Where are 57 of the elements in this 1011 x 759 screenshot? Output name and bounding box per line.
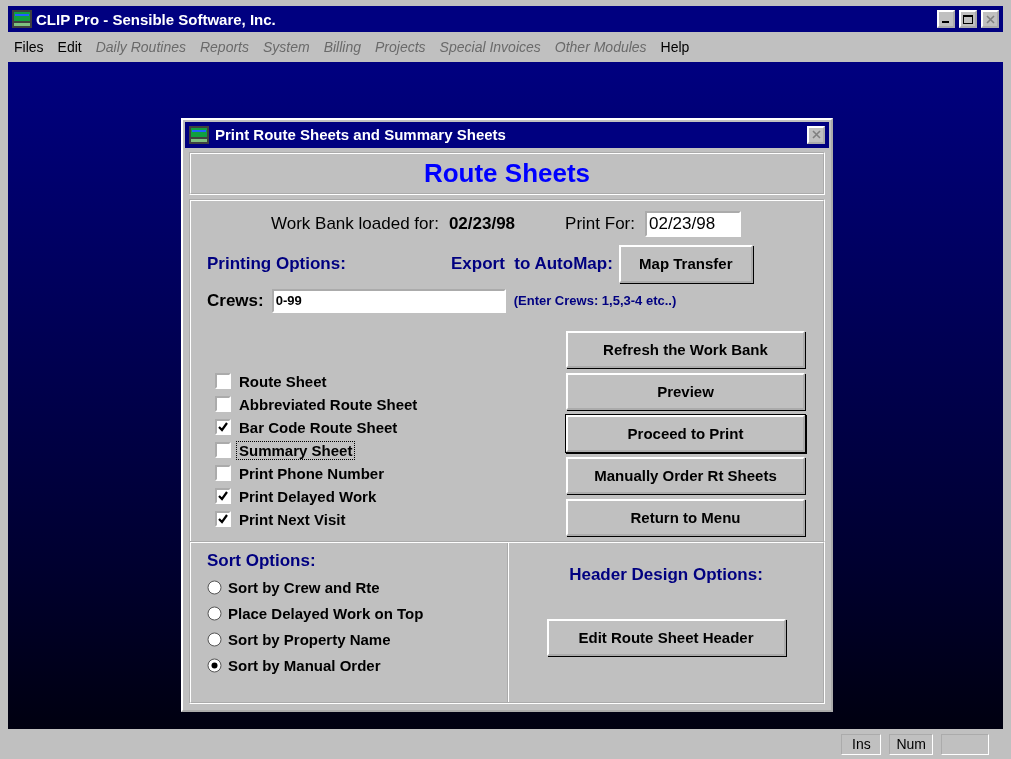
close-icon bbox=[811, 130, 821, 140]
checkbox[interactable] bbox=[215, 442, 231, 459]
map-transfer-button[interactable]: Map Transfer bbox=[618, 244, 753, 283]
checkbox-label[interactable]: Print Phone Number bbox=[236, 463, 387, 483]
heading: Route Sheets bbox=[422, 156, 592, 190]
checkbox-label[interactable]: Bar Code Route Sheet bbox=[236, 417, 401, 437]
status-indicator: Ins bbox=[841, 733, 882, 755]
checkbox[interactable] bbox=[215, 511, 231, 528]
crews-hint: (Enter Crews: 1,5,3-4 etc..) bbox=[513, 293, 677, 309]
close-button[interactable] bbox=[807, 125, 825, 144]
checkbox[interactable] bbox=[215, 488, 231, 505]
action-button[interactable]: Preview bbox=[566, 372, 805, 410]
action-button[interactable]: Return to Menu bbox=[566, 498, 805, 536]
minimize-button[interactable] bbox=[937, 10, 955, 28]
checkbox[interactable] bbox=[215, 465, 231, 482]
status-indicator: Num bbox=[889, 733, 933, 755]
action-button[interactable]: Manually Order Rt Sheets bbox=[566, 456, 805, 494]
checkbox-label[interactable]: Print Delayed Work bbox=[236, 486, 380, 506]
checkbox[interactable] bbox=[215, 419, 231, 436]
checkbox[interactable] bbox=[215, 396, 231, 413]
print-for-label: Print For: bbox=[565, 213, 635, 234]
radio-label[interactable]: Place Delayed Work on Top bbox=[228, 605, 424, 623]
radio-button[interactable] bbox=[207, 632, 222, 648]
menu-item[interactable]: Files bbox=[14, 39, 44, 55]
crews-field[interactable]: 0-99 bbox=[271, 288, 506, 313]
printing-options-label: Printing Options: bbox=[207, 253, 347, 274]
print-for-field[interactable]: 02/23/98 bbox=[645, 210, 741, 237]
radio-button[interactable] bbox=[207, 606, 222, 622]
maximize-button[interactable] bbox=[959, 10, 977, 28]
action-button[interactable]: Refresh the Work Bank bbox=[566, 330, 805, 368]
close-icon bbox=[985, 14, 995, 24]
radio-label[interactable]: Sort by Manual Order bbox=[228, 657, 381, 675]
work-bank-date: 02/23/98 bbox=[448, 213, 516, 234]
crews-label: Crews: bbox=[207, 290, 264, 311]
checkbox-label[interactable]: Route Sheet bbox=[236, 371, 330, 391]
menu-item[interactable]: Edit bbox=[57, 39, 82, 55]
checkbox-label[interactable]: Summary Sheet bbox=[236, 440, 356, 460]
radio-label[interactable]: Sort by Crew and Rte bbox=[228, 579, 380, 597]
checkbox-label[interactable]: Print Next Visit bbox=[236, 509, 349, 529]
edit-header-button[interactable]: Edit Route Sheet Header bbox=[546, 618, 786, 656]
checkbox-label[interactable]: Abbreviated Route Sheet bbox=[236, 394, 421, 414]
status-indicator bbox=[941, 733, 989, 755]
action-button[interactable]: Proceed to Print bbox=[566, 414, 805, 452]
window-title: CLIP Pro - Sensible Software, Inc. bbox=[36, 10, 277, 28]
radio-button[interactable] bbox=[207, 658, 222, 674]
work-bank-label: Work Bank loaded for: bbox=[271, 213, 439, 234]
radio-label[interactable]: Sort by Property Name bbox=[228, 631, 391, 649]
app-icon bbox=[189, 125, 209, 144]
dialog-title: Print Route Sheets and Summary Sheets bbox=[215, 126, 507, 144]
header-design-label: Header Design Options: bbox=[569, 564, 763, 585]
sort-options-label: Sort Options: bbox=[207, 550, 317, 571]
checkbox[interactable] bbox=[215, 373, 231, 390]
export-label: Export to AutoMap: bbox=[451, 253, 613, 274]
radio-button[interactable] bbox=[207, 580, 222, 596]
menu-item[interactable]: Help bbox=[660, 39, 690, 55]
maximize-icon bbox=[963, 14, 973, 24]
app-icon bbox=[12, 10, 32, 28]
